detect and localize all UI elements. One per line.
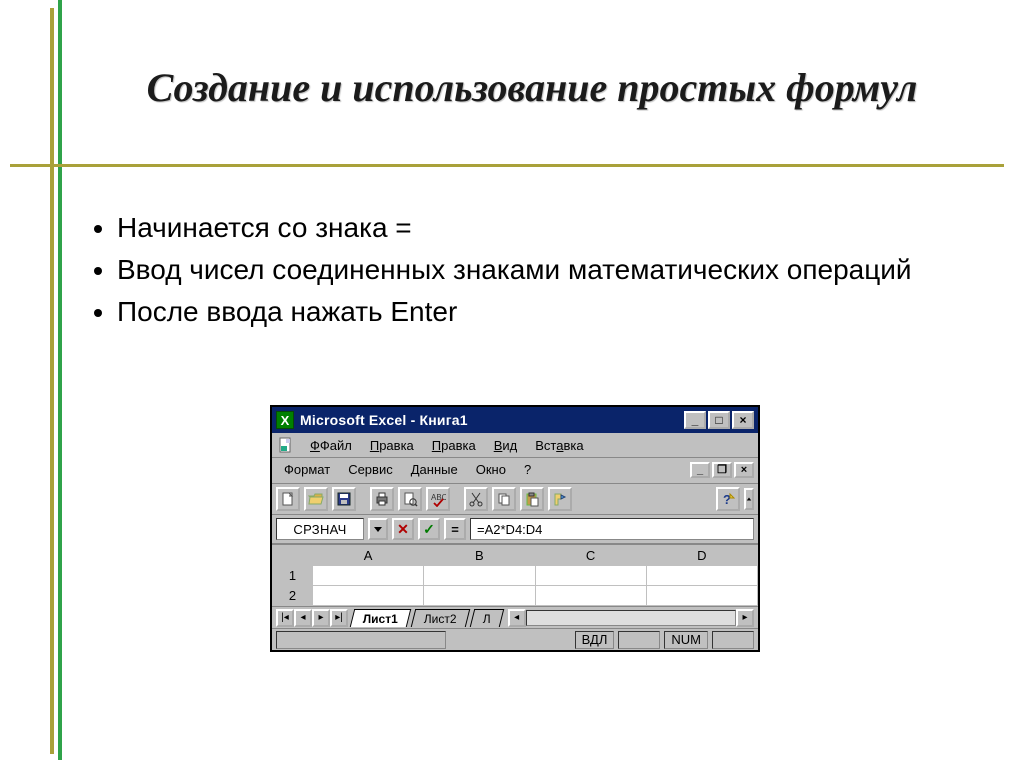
row-header-1[interactable]: 1 <box>273 566 313 586</box>
menu-data[interactable]: Данные <box>403 460 466 479</box>
horizontal-scrollbar[interactable]: ◂ ▸ <box>508 609 754 627</box>
toolbar-overflow[interactable] <box>744 488 754 510</box>
bullet-2: Ввод чисел соединенных знаками математич… <box>117 251 964 289</box>
status-blank1 <box>618 631 660 649</box>
menu-file[interactable]: ФФайлФайл <box>302 436 360 455</box>
decor-line-horizontal <box>10 164 1004 167</box>
minimize-button[interactable]: _ <box>684 411 706 429</box>
tab-nav-next[interactable]: ▸ <box>312 609 330 627</box>
tab-nav-last[interactable]: ▸| <box>330 609 348 627</box>
menubar-row2: Формат Сервис Данные Окно ? _ ❐ × <box>272 458 758 484</box>
hscroll-track[interactable] <box>526 610 736 626</box>
menu-edit2[interactable]: Правка <box>424 436 484 455</box>
open-button[interactable] <box>304 487 328 511</box>
status-blank2 <box>712 631 754 649</box>
worksheet-grid[interactable]: A B C D 1 2 <box>272 545 758 606</box>
cut-button[interactable] <box>464 487 488 511</box>
menu-window[interactable]: Окно <box>468 460 514 479</box>
sheet-tabs-row: |◂ ◂ ▸ ▸| Лист1 Лист2 Л ◂ ▸ <box>272 606 758 628</box>
menu-view[interactable]: Вид <box>486 436 526 455</box>
menu-help[interactable]: ? <box>516 460 539 479</box>
format-painter-button[interactable] <box>548 487 572 511</box>
window-buttons: _ □ × <box>684 411 754 429</box>
new-button[interactable] <box>276 487 300 511</box>
name-box-text: СРЗНАЧ <box>277 522 363 537</box>
menu-edit1[interactable]: Правка <box>362 436 422 455</box>
mdi-restore-button[interactable]: ❐ <box>712 462 732 478</box>
status-num: NUM <box>664 631 708 649</box>
formula-equals-button[interactable]: = <box>444 518 466 540</box>
col-header-d[interactable]: D <box>646 546 757 566</box>
col-header-b[interactable]: B <box>424 546 535 566</box>
window-title: Microsoft Excel - Книга1 <box>300 412 678 428</box>
maximize-button[interactable]: □ <box>708 411 730 429</box>
worksheet-area: A B C D 1 2 <box>272 544 758 606</box>
excel-app-icon: X <box>276 411 294 429</box>
formula-cancel-button[interactable]: ✕ <box>392 518 414 540</box>
cell-c1[interactable] <box>535 566 646 586</box>
decor-line-olive <box>50 8 54 754</box>
select-all-corner[interactable] <box>273 546 313 566</box>
status-mode <box>276 631 446 649</box>
formula-bar: СРЗНАЧ ✕ ✓ = =A2*D4:D4 <box>272 515 758 544</box>
menubar: ФФайлФайл Правка Правка Вид Вставка <box>272 433 758 458</box>
hscroll-right[interactable]: ▸ <box>736 609 754 627</box>
name-box[interactable]: СРЗНАЧ <box>276 518 364 540</box>
cell-d1[interactable] <box>646 566 757 586</box>
help-button[interactable]: ? <box>716 487 740 511</box>
hscroll-left[interactable]: ◂ <box>508 609 526 627</box>
cell-b1[interactable] <box>424 566 535 586</box>
excel-window: X Microsoft Excel - Книга1 _ □ × ФФайлФа… <box>270 405 760 652</box>
copy-button[interactable] <box>492 487 516 511</box>
slide: Создание и использование простых формул … <box>0 0 1024 767</box>
status-bdl: ВДЛ <box>575 631 615 649</box>
mdi-buttons: _ ❐ × <box>690 462 754 478</box>
spellcheck-button[interactable]: ABC <box>426 487 450 511</box>
sheet-tab-2[interactable]: Лист2 <box>411 609 470 627</box>
mdi-close-button[interactable]: × <box>734 462 754 478</box>
sheet-tab-active[interactable]: Лист1 <box>350 609 412 627</box>
document-icon[interactable] <box>276 435 296 455</box>
cell-b2[interactable] <box>424 586 535 606</box>
paste-button[interactable] <box>520 487 544 511</box>
save-button[interactable] <box>332 487 356 511</box>
tab-nav-first[interactable]: |◂ <box>276 609 294 627</box>
bullet-3: После ввода нажать Enter <box>117 293 964 331</box>
decor-line-green <box>58 0 62 760</box>
tab-nav-prev[interactable]: ◂ <box>294 609 312 627</box>
col-header-c[interactable]: C <box>535 546 646 566</box>
formula-accept-button[interactable]: ✓ <box>418 518 440 540</box>
col-header-a[interactable]: A <box>313 546 424 566</box>
cell-c2[interactable] <box>535 586 646 606</box>
toolbar: ABC ? <box>272 484 758 515</box>
print-preview-button[interactable] <box>398 487 422 511</box>
slide-content: Начинается со знака = Ввод чисел соедине… <box>85 205 964 334</box>
statusbar: ВДЛ NUM <box>272 628 758 650</box>
mdi-minimize-button[interactable]: _ <box>690 462 710 478</box>
sheet-tab-3[interactable]: Л <box>470 609 504 627</box>
titlebar: X Microsoft Excel - Книга1 _ □ × <box>272 407 758 433</box>
close-button[interactable]: × <box>732 411 754 429</box>
cell-d2[interactable] <box>646 586 757 606</box>
cell-a1[interactable] <box>313 566 424 586</box>
excel-screenshot: X Microsoft Excel - Книга1 _ □ × ФФайлФа… <box>270 405 760 652</box>
bullet-1: Начинается со знака = <box>117 209 964 247</box>
slide-title: Создание и использование простых формул <box>100 64 964 111</box>
name-box-dropdown[interactable] <box>368 518 388 540</box>
formula-text: =A2*D4:D4 <box>477 522 542 537</box>
print-button[interactable] <box>370 487 394 511</box>
cell-a2[interactable] <box>313 586 424 606</box>
svg-text:ABC: ABC <box>431 493 446 502</box>
menu-insert[interactable]: Вставка <box>527 436 591 455</box>
menu-format[interactable]: Формат <box>276 460 338 479</box>
menu-tools[interactable]: Сервис <box>340 460 401 479</box>
formula-input[interactable]: =A2*D4:D4 <box>470 518 754 540</box>
row-header-2[interactable]: 2 <box>273 586 313 606</box>
